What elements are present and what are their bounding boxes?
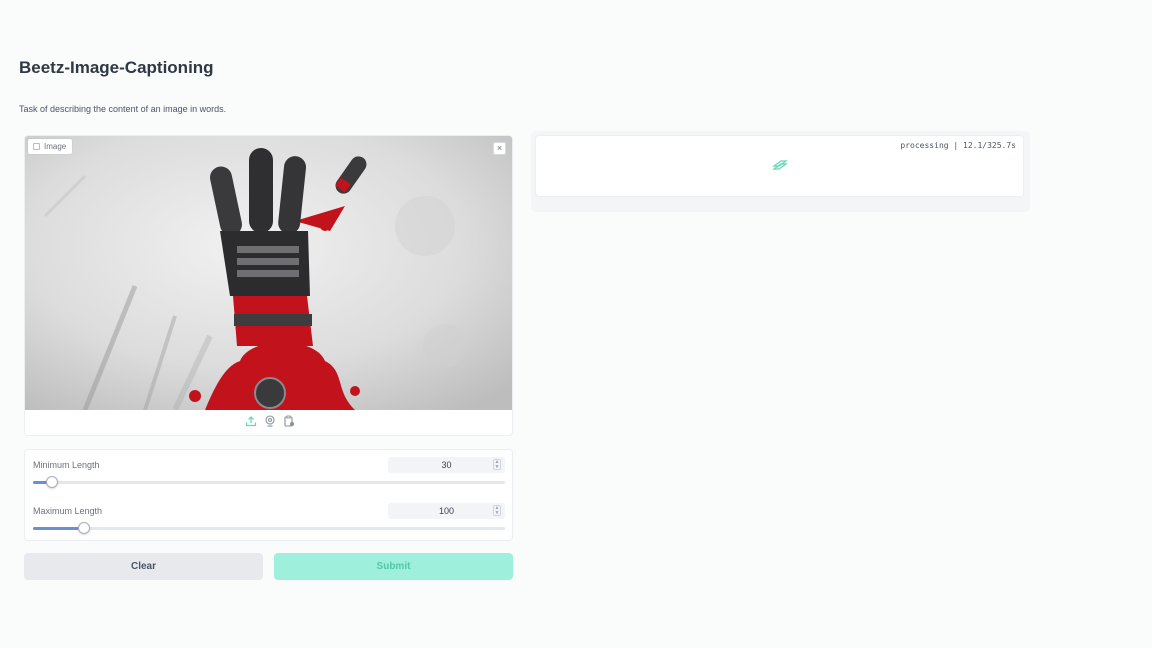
minimum-length-slider-handle[interactable] <box>45 476 58 488</box>
uploaded-image <box>25 136 512 410</box>
chevron-down-icon[interactable]: ▼ <box>495 465 500 470</box>
minimum-length-control: Minimum Length 30 ▲ ▼ <box>33 457 505 500</box>
maximum-length-slider-fill <box>33 527 84 530</box>
minimum-length-slider[interactable] <box>33 476 505 488</box>
maximum-length-stepper[interactable]: ▲ ▼ <box>493 505 501 516</box>
submit-button[interactable]: Submit <box>274 553 513 580</box>
minimum-length-stepper[interactable]: ▲ ▼ <box>493 459 501 470</box>
minimum-length-value: 30 <box>441 460 452 470</box>
output-panel: processing | 12.1/325.7s <box>535 135 1024 197</box>
maximum-length-control: Maximum Length 100 ▲ ▼ <box>33 503 505 546</box>
parameters-panel: Minimum Length 30 ▲ ▼ Maximum Length 100… <box>24 449 513 541</box>
minimum-length-label: Minimum Length <box>33 460 100 470</box>
upload-icon[interactable] <box>245 415 257 427</box>
loading-spinner-icon <box>772 160 788 170</box>
maximum-length-slider[interactable] <box>33 522 505 534</box>
image-icon <box>33 143 40 150</box>
page-description: Task of describing the content of an ima… <box>19 104 227 114</box>
maximum-length-input[interactable]: 100 ▲ ▼ <box>388 503 505 519</box>
page-title: Beetz-Image-Captioning <box>19 58 214 77</box>
webcam-icon[interactable] <box>264 415 276 427</box>
image-label-badge: Image <box>28 139 73 154</box>
clear-button[interactable]: Clear <box>24 553 263 580</box>
image-input-panel[interactable]: Image × <box>24 135 513 436</box>
processing-status: processing | 12.1/325.7s <box>900 141 1016 150</box>
maximum-length-value: 100 <box>438 506 455 516</box>
image-source-toolbar <box>25 415 512 433</box>
image-label-text: Image <box>44 142 67 151</box>
minimum-length-input[interactable]: 30 ▲ ▼ <box>388 457 505 473</box>
maximum-length-label: Maximum Length <box>33 506 103 516</box>
clipboard-icon[interactable] <box>283 415 295 427</box>
maximum-length-slider-handle[interactable] <box>77 522 90 534</box>
chevron-down-icon[interactable]: ▼ <box>495 511 500 516</box>
clear-image-button[interactable]: × <box>493 142 506 155</box>
